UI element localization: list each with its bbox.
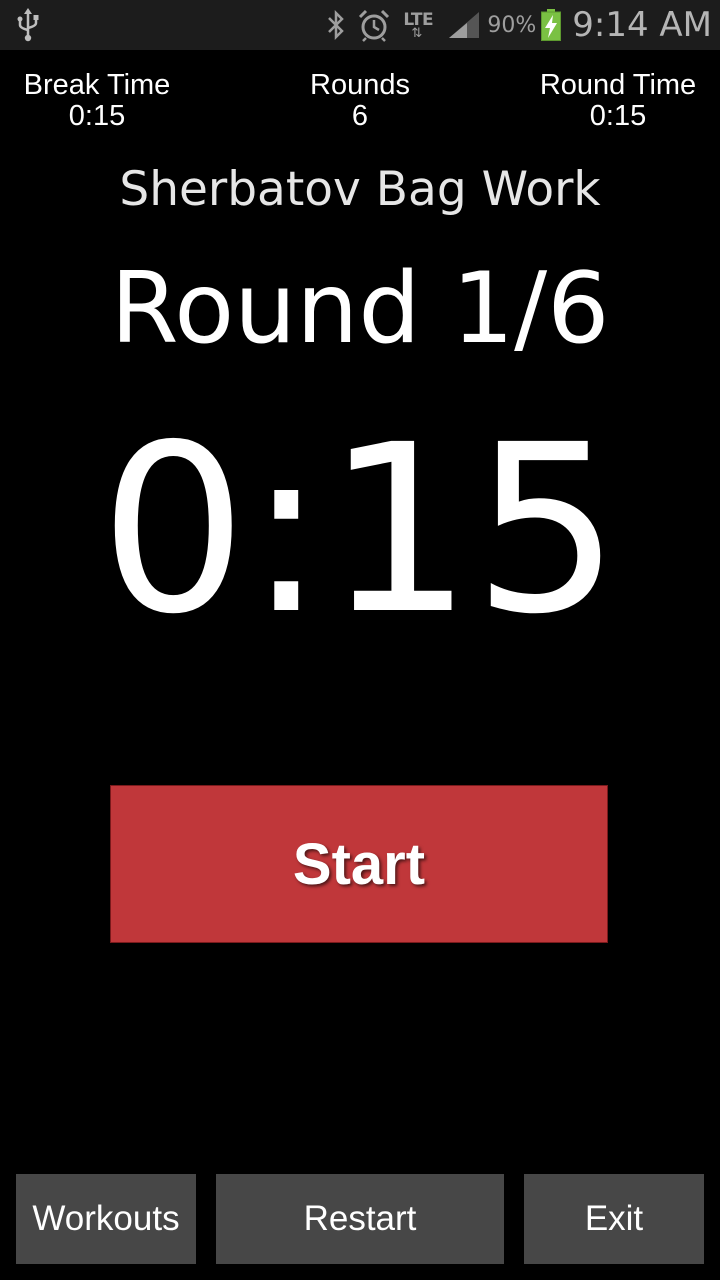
clock-time: 9:14 AM — [572, 5, 712, 45]
battery-charging-icon — [541, 9, 562, 41]
workouts-button[interactable]: Workouts — [16, 1174, 196, 1264]
usb-icon — [17, 8, 39, 42]
round-time-label: Round Time — [539, 69, 697, 101]
break-time-label: Break Time — [23, 69, 171, 101]
signal-icon — [449, 12, 480, 38]
bluetooth-icon — [328, 10, 345, 40]
lte-icon: LTE ⇅ — [403, 10, 434, 41]
rounds-value: 6 — [351, 100, 369, 132]
status-icons: LTE ⇅ 90% 9:14 AM — [315, 0, 712, 50]
alarm-icon — [359, 9, 390, 42]
restart-button[interactable]: Restart — [216, 1174, 504, 1264]
start-button[interactable]: Start — [110, 785, 608, 943]
workout-title: Sherbatov Bag Work — [119, 162, 601, 217]
battery-percent: 90% — [487, 12, 537, 38]
round-time-info: Round Time 0:15 — [520, 70, 716, 132]
countdown-timer: 0:15 — [99, 395, 621, 665]
rounds-label: Rounds — [310, 69, 410, 101]
exit-button[interactable]: Exit — [524, 1174, 704, 1264]
round-time-value: 0:15 — [589, 100, 647, 132]
status-bar: LTE ⇅ 90% 9:14 AM — [0, 0, 720, 50]
rounds-info: Rounds 6 — [260, 70, 460, 132]
break-time-info: Break Time 0:15 — [0, 70, 194, 132]
break-time-value: 0:15 — [68, 100, 126, 132]
round-counter: Round 1/6 — [110, 252, 610, 366]
